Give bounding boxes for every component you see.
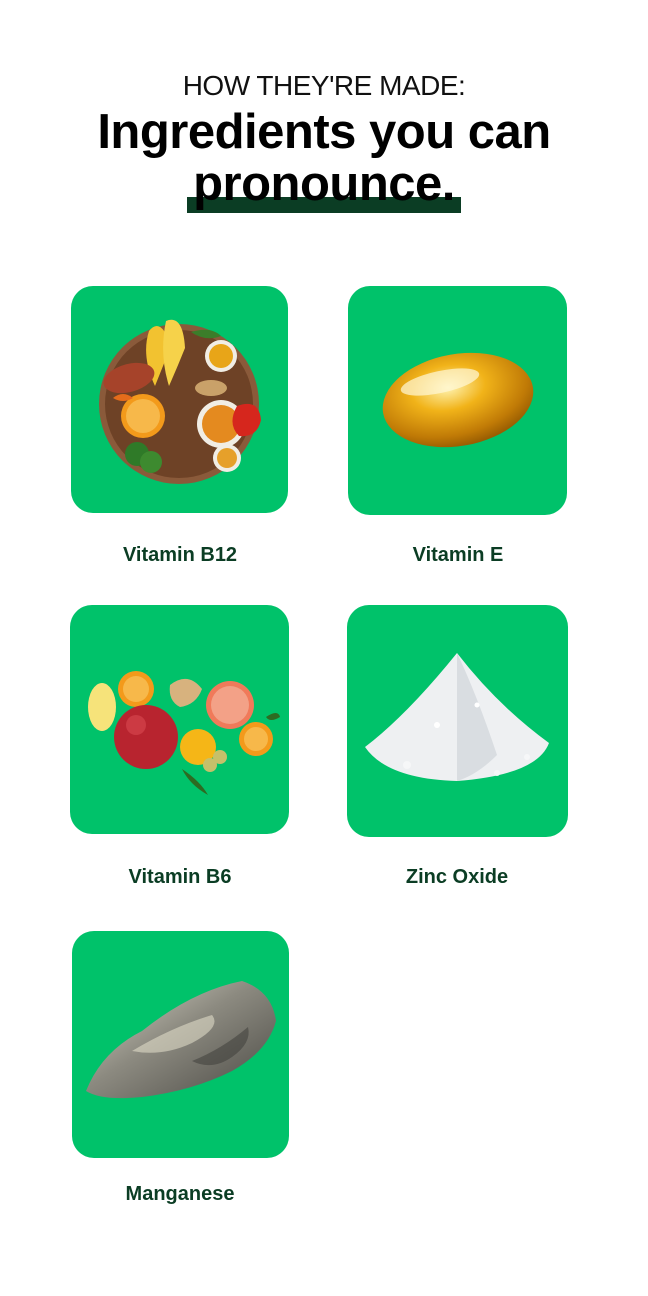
ingredient-label-vitamin-e: Vitamin E xyxy=(412,544,504,566)
ingredient-card-vitamin-b12 xyxy=(71,286,288,513)
headline-line-2: pronounce. xyxy=(193,157,455,211)
ingredient-label-vitamin-b12: Vitamin B12 xyxy=(122,544,238,566)
eyebrow-heading: HOW THEY'RE MADE: xyxy=(182,70,466,101)
ingredient-card-vitamin-e xyxy=(348,286,567,515)
fruits-icon xyxy=(88,671,280,795)
ingredient-label-manganese: Manganese xyxy=(125,1183,235,1205)
mineral-rock-icon xyxy=(86,981,276,1099)
softgel-capsule-icon xyxy=(382,352,534,448)
white-powder-icon xyxy=(365,653,549,781)
headline-line-2-wrap: pronounce. xyxy=(187,157,461,213)
ingredient-card-vitamin-b6 xyxy=(70,605,289,834)
ingredient-label-zinc-oxide: Zinc Oxide xyxy=(405,866,509,888)
food-platter-icon xyxy=(99,319,261,484)
ingredient-label-vitamin-b6: Vitamin B6 xyxy=(128,866,232,888)
ingredient-card-zinc-oxide xyxy=(347,605,568,837)
ingredient-card-manganese xyxy=(72,931,289,1158)
page-title: Ingredients you can pronounce. xyxy=(0,105,648,213)
headline-line-1: Ingredients you can xyxy=(97,105,551,159)
